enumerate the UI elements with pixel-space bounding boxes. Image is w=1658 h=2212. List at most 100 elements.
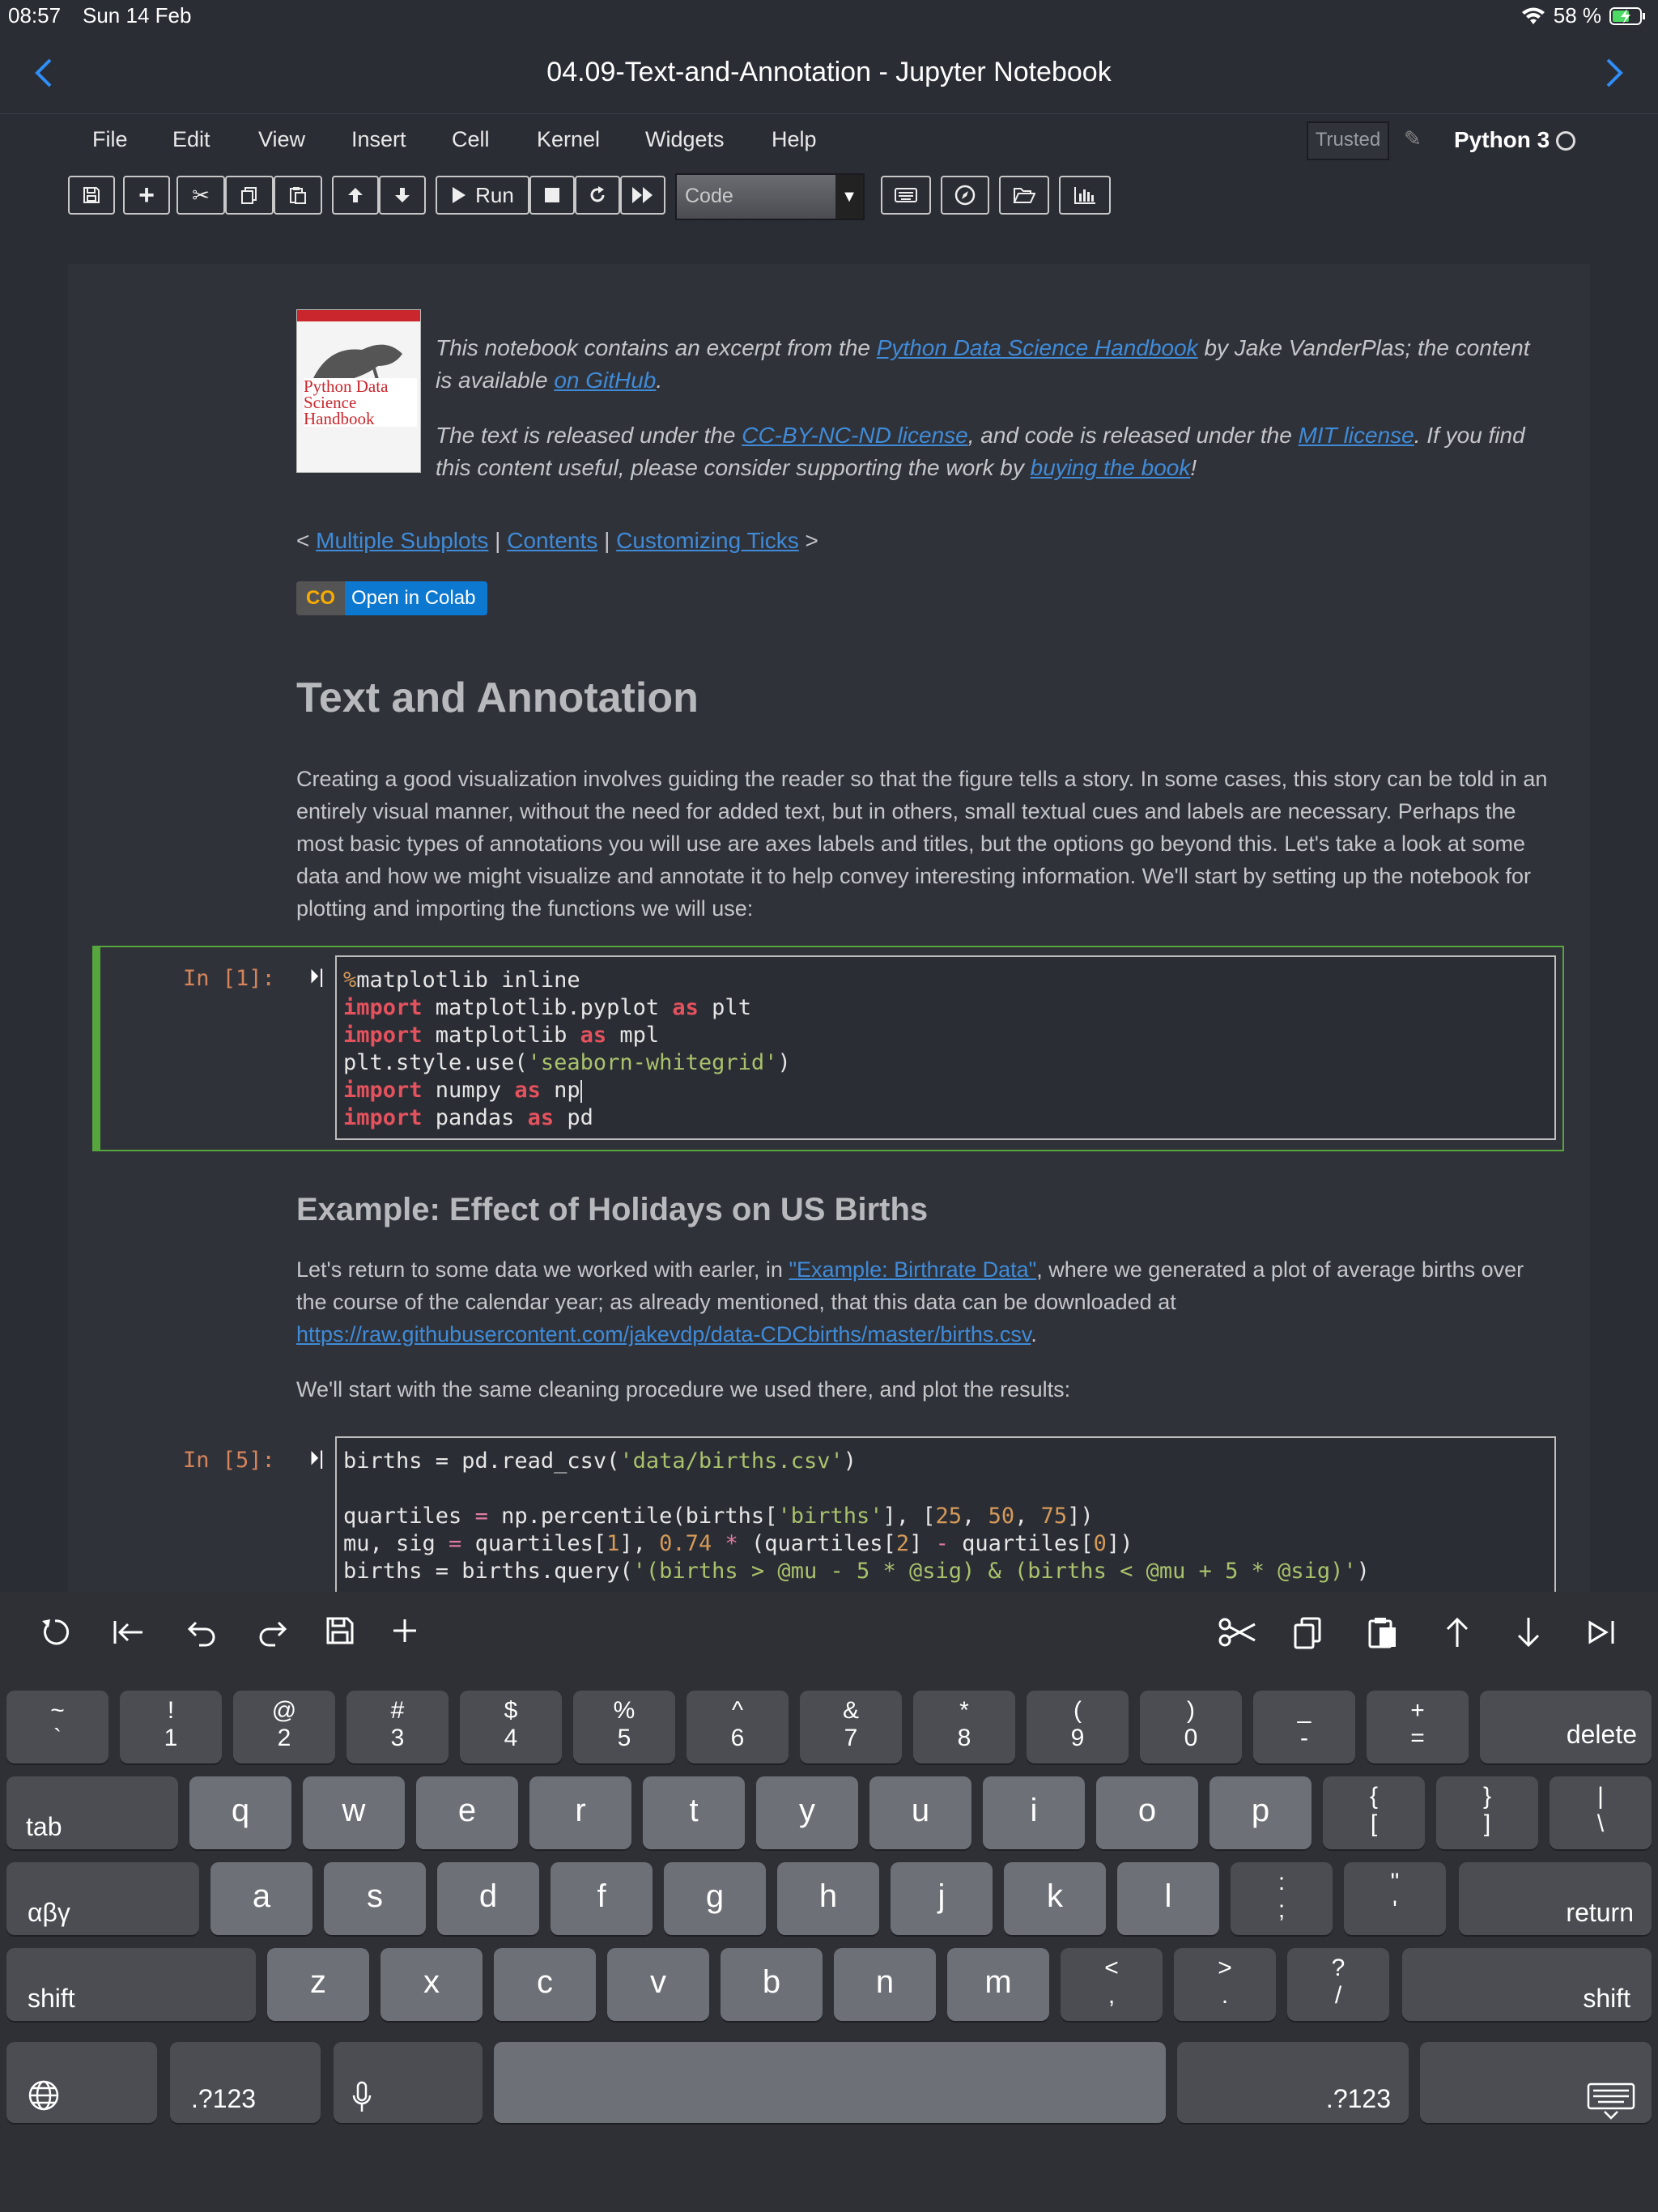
move-down-button[interactable]: [379, 176, 426, 215]
run-cell-icon[interactable]: ⏵|: [309, 966, 324, 989]
key-9[interactable]: * 8: [913, 1691, 1015, 1763]
kernel-name[interactable]: Python 3: [1454, 127, 1550, 153]
key-h[interactable]: h: [777, 1862, 879, 1935]
key-a[interactable]: a: [210, 1862, 312, 1935]
scissors-icon[interactable]: [1218, 1616, 1256, 1648]
run-button[interactable]: Run: [436, 176, 529, 215]
menu-kernel[interactable]: Kernel: [537, 127, 600, 152]
plus-icon[interactable]: [390, 1616, 419, 1645]
pencil-icon[interactable]: ✎: [1404, 126, 1422, 151]
space-key[interactable]: [494, 2042, 1166, 2123]
trusted-badge[interactable]: Trusted: [1307, 121, 1389, 160]
alt-symbols-key[interactable]: αβγ: [6, 1862, 199, 1935]
key-r[interactable]: r: [529, 1776, 631, 1849]
mit-license-link[interactable]: MIT license: [1299, 423, 1414, 448]
key-8[interactable]: & 7: [800, 1691, 902, 1763]
key-z[interactable]: z: [267, 1948, 369, 2021]
copy-icon[interactable]: [1292, 1616, 1324, 1650]
key-i[interactable]: i: [983, 1776, 1085, 1849]
key-x[interactable]: x: [380, 1948, 483, 2021]
key-12[interactable]: _ -: [1253, 1691, 1355, 1763]
contents-link[interactable]: Contents: [507, 528, 597, 553]
handbook-link[interactable]: Python Data Science Handbook: [877, 335, 1198, 360]
key-sym-r3-1[interactable]: :;: [1231, 1862, 1333, 1935]
github-link[interactable]: on GitHub: [554, 368, 656, 393]
key-sym-2[interactable]: }]: [1436, 1776, 1538, 1849]
command-palette-button[interactable]: [881, 176, 931, 215]
numbers-key-right[interactable]: .?123: [1177, 2042, 1409, 2123]
key-m[interactable]: m: [947, 1948, 1049, 2021]
globe-key[interactable]: [6, 2042, 157, 2123]
key-b[interactable]: b: [721, 1948, 823, 2021]
key-n[interactable]: n: [834, 1948, 936, 2021]
delete-key[interactable]: delete: [1480, 1691, 1652, 1763]
menu-widgets[interactable]: Widgets: [645, 127, 725, 152]
key-sym-r4-3[interactable]: ? /: [1287, 1948, 1389, 2021]
move-up-button[interactable]: [332, 176, 379, 215]
next-chapter-link[interactable]: Customizing Ticks: [616, 528, 799, 553]
prev-chapter-link[interactable]: Multiple Subplots: [316, 528, 488, 553]
save-icon[interactable]: [325, 1616, 355, 1645]
shift-left-key[interactable]: shift: [6, 1948, 256, 2021]
births-csv-link[interactable]: https://raw.githubusercontent.com/jakevd…: [296, 1322, 1031, 1346]
key-e[interactable]: e: [416, 1776, 518, 1849]
key-sym-r4-2[interactable]: >.: [1174, 1948, 1276, 2021]
run-to-start-icon[interactable]: [110, 1616, 144, 1648]
key-2[interactable]: ! 1: [120, 1691, 222, 1763]
key-3[interactable]: @2: [233, 1691, 335, 1763]
paste-icon[interactable]: [1367, 1616, 1399, 1650]
save-button[interactable]: [68, 176, 115, 215]
key-sym-r4-1[interactable]: <,: [1061, 1948, 1163, 2021]
run-to-end-icon[interactable]: [1585, 1616, 1619, 1648]
key-f[interactable]: f: [551, 1862, 653, 1935]
insert-cell-button[interactable]: +: [123, 176, 170, 215]
menu-help[interactable]: Help: [772, 127, 817, 152]
key-7[interactable]: ^ 6: [687, 1691, 789, 1763]
cc-license-link[interactable]: CC-BY-NC-ND license: [742, 423, 968, 448]
dismiss-keyboard-key[interactable]: [1420, 2042, 1652, 2123]
menu-view[interactable]: View: [258, 127, 305, 152]
key-v[interactable]: v: [607, 1948, 709, 2021]
cell-type-select[interactable]: Code ▼: [675, 173, 865, 220]
key-q[interactable]: q: [189, 1776, 291, 1849]
key-sym-3[interactable]: | \: [1550, 1776, 1652, 1849]
undo-icon[interactable]: [185, 1616, 217, 1648]
chart-button[interactable]: [1059, 176, 1111, 215]
key-10[interactable]: (9: [1027, 1691, 1129, 1763]
tab-key[interactable]: tab: [6, 1776, 178, 1849]
copy-button[interactable]: [225, 176, 274, 215]
menu-edit[interactable]: Edit: [172, 127, 210, 152]
numbers-key-left[interactable]: .?123: [170, 2042, 321, 2123]
key-t[interactable]: t: [643, 1776, 745, 1849]
key-y[interactable]: y: [756, 1776, 858, 1849]
restart-run-all-button[interactable]: [620, 176, 665, 215]
open-in-colab-badge[interactable]: CO Open in Colab: [296, 581, 487, 615]
menu-cell[interactable]: Cell: [452, 127, 490, 152]
paste-button[interactable]: [274, 176, 322, 215]
key-13[interactable]: + =: [1367, 1691, 1469, 1763]
restart-kernel-icon[interactable]: [39, 1616, 71, 1648]
key-sym-1[interactable]: {[: [1323, 1776, 1425, 1849]
key-g[interactable]: g: [664, 1862, 766, 1935]
arrow-down-icon[interactable]: [1514, 1616, 1543, 1648]
code-editor-2[interactable]: births = pd.read_csv('data/births.csv') …: [335, 1436, 1556, 1592]
menu-file[interactable]: File: [92, 127, 128, 152]
key-5[interactable]: $4: [460, 1691, 562, 1763]
birthrate-data-link[interactable]: "Example: Birthrate Data": [789, 1257, 1036, 1282]
return-key[interactable]: return: [1459, 1862, 1652, 1935]
run-cell-icon[interactable]: ⏵|: [309, 1448, 324, 1470]
arrow-up-icon[interactable]: [1443, 1616, 1472, 1648]
key-6[interactable]: % 5: [573, 1691, 675, 1763]
key-sym-r3-2[interactable]: " ': [1344, 1862, 1446, 1935]
key-k[interactable]: k: [1004, 1862, 1106, 1935]
key-s[interactable]: s: [324, 1862, 426, 1935]
key-j[interactable]: j: [891, 1862, 993, 1935]
key-l[interactable]: l: [1117, 1862, 1219, 1935]
forward-chevron-icon[interactable]: [1605, 57, 1627, 89]
key-d[interactable]: d: [437, 1862, 539, 1935]
key-u[interactable]: u: [869, 1776, 971, 1849]
key-w[interactable]: w: [303, 1776, 405, 1849]
key-c[interactable]: c: [494, 1948, 596, 2021]
open-folder-button[interactable]: [999, 176, 1049, 215]
key-4[interactable]: #3: [346, 1691, 449, 1763]
